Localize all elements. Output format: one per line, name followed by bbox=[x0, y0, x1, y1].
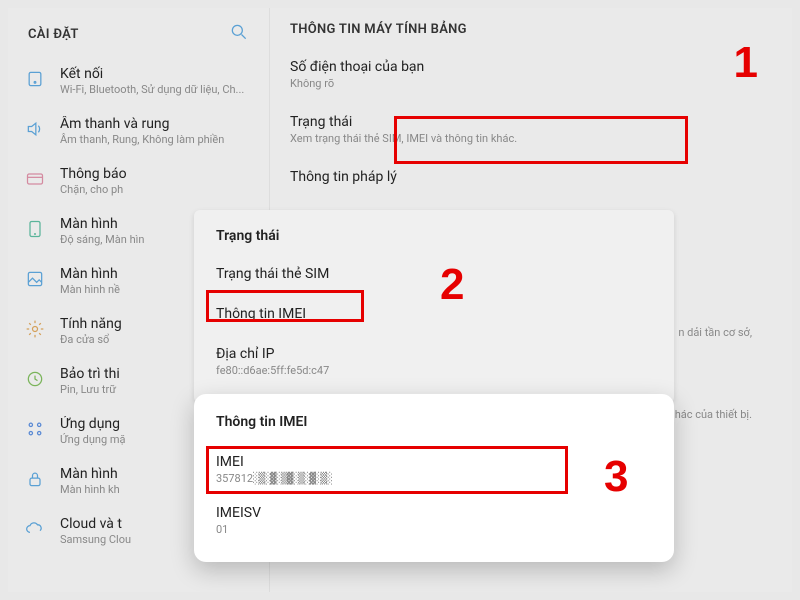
display-icon bbox=[24, 218, 46, 240]
imei-popup: Thông tin IMEI IMEI 357812░▒░▓░▒▓░▒░▓░▒░… bbox=[194, 394, 674, 562]
row-sim-status[interactable]: Trạng thái thẻ SIM bbox=[194, 254, 674, 294]
row-imei-info[interactable]: Thông tin IMEI bbox=[194, 294, 674, 334]
obscured-icon: ░▒░▓░▒▓░▒░▓░▒░ bbox=[253, 472, 332, 485]
wifi-icon bbox=[24, 68, 46, 90]
row-status[interactable]: Trạng thái Xem trạng thái thẻ SIM, IMEI … bbox=[290, 102, 772, 157]
row-label: IMEI bbox=[216, 454, 652, 470]
sidebar-item-label: Âm thanh và rung bbox=[60, 116, 253, 132]
annotation-number-2: 2 bbox=[440, 260, 464, 310]
status-popup: Trạng thái Trạng thái thẻ SIM Thông tin … bbox=[194, 210, 674, 403]
row-imei[interactable]: IMEI 357812░▒░▓░▒▓░▒░▓░▒░ bbox=[194, 444, 674, 495]
annotation-number-3: 3 bbox=[604, 452, 628, 502]
advanced-icon bbox=[24, 318, 46, 340]
sidebar-item-sound[interactable]: Âm thanh và rungÂm thanh, Rung, Không là… bbox=[8, 106, 269, 156]
row-label: Thông tin pháp lý bbox=[290, 169, 772, 185]
imei-value: 357812░▒░▓░▒▓░▒░▓░▒░ bbox=[216, 472, 652, 485]
row-legal[interactable]: Thông tin pháp lý bbox=[290, 157, 772, 197]
row-label: IMEISV bbox=[216, 505, 652, 521]
row-sub: 01 bbox=[216, 523, 652, 536]
sidebar-item-notifications[interactable]: Thông báoChặn, cho ph bbox=[8, 156, 269, 206]
settings-title: CÀI ĐẶT bbox=[28, 27, 79, 42]
search-icon[interactable] bbox=[229, 22, 249, 46]
row-label: Trạng thái bbox=[290, 114, 772, 130]
sidebar-item-label: Kết nối bbox=[60, 66, 253, 82]
row-imeisv[interactable]: IMEISV 01 bbox=[194, 495, 674, 546]
row-label: Trạng thái thẻ SIM bbox=[216, 266, 329, 282]
sidebar-item-connections[interactable]: Kết nốiWi-Fi, Bluetooth, Sử dụng dữ liệu… bbox=[8, 56, 269, 106]
about-tablet-title: THÔNG TIN MÁY TÍNH BẢNG bbox=[270, 8, 792, 47]
notif-icon bbox=[24, 168, 46, 190]
apps-icon bbox=[24, 418, 46, 440]
annotation-number-1: 1 bbox=[734, 38, 758, 88]
sidebar-item-sub: Chặn, cho ph bbox=[60, 183, 253, 196]
cloud-icon bbox=[24, 518, 46, 540]
partial-text: n dải tần cơ sở, bbox=[678, 326, 752, 339]
row-sub: Xem trạng thái thẻ SIM, IMEI và thông ti… bbox=[290, 132, 772, 145]
row-sub: Không rõ bbox=[290, 77, 772, 90]
sidebar-item-label: Thông báo bbox=[60, 166, 253, 182]
row-label: Thông tin IMEI bbox=[216, 306, 306, 322]
row-label: Địa chỉ IP bbox=[216, 346, 652, 362]
battery-icon bbox=[24, 368, 46, 390]
sidebar-item-sub: Wi-Fi, Bluetooth, Sử dụng dữ liệu, Ch... bbox=[60, 83, 253, 96]
row-sub: fe80::d6ae:5ff:fe5d:c47 bbox=[216, 364, 652, 377]
imei-popup-title: Thông tin IMEI bbox=[194, 410, 674, 444]
sound-icon bbox=[24, 118, 46, 140]
lock-icon bbox=[24, 468, 46, 490]
wallpaper-icon bbox=[24, 268, 46, 290]
row-label: Số điện thoại của bạn bbox=[290, 59, 772, 75]
status-popup-title: Trạng thái bbox=[194, 224, 674, 254]
row-phone-number[interactable]: Số điện thoại của bạn Không rõ bbox=[290, 47, 772, 102]
sidebar-item-sub: Âm thanh, Rung, Không làm phiền bbox=[60, 133, 253, 146]
row-ip-address[interactable]: Địa chỉ IP fe80::d6ae:5ff:fe5d:c47 bbox=[194, 334, 674, 389]
partial-text: hác của thiết bị. bbox=[675, 408, 752, 421]
